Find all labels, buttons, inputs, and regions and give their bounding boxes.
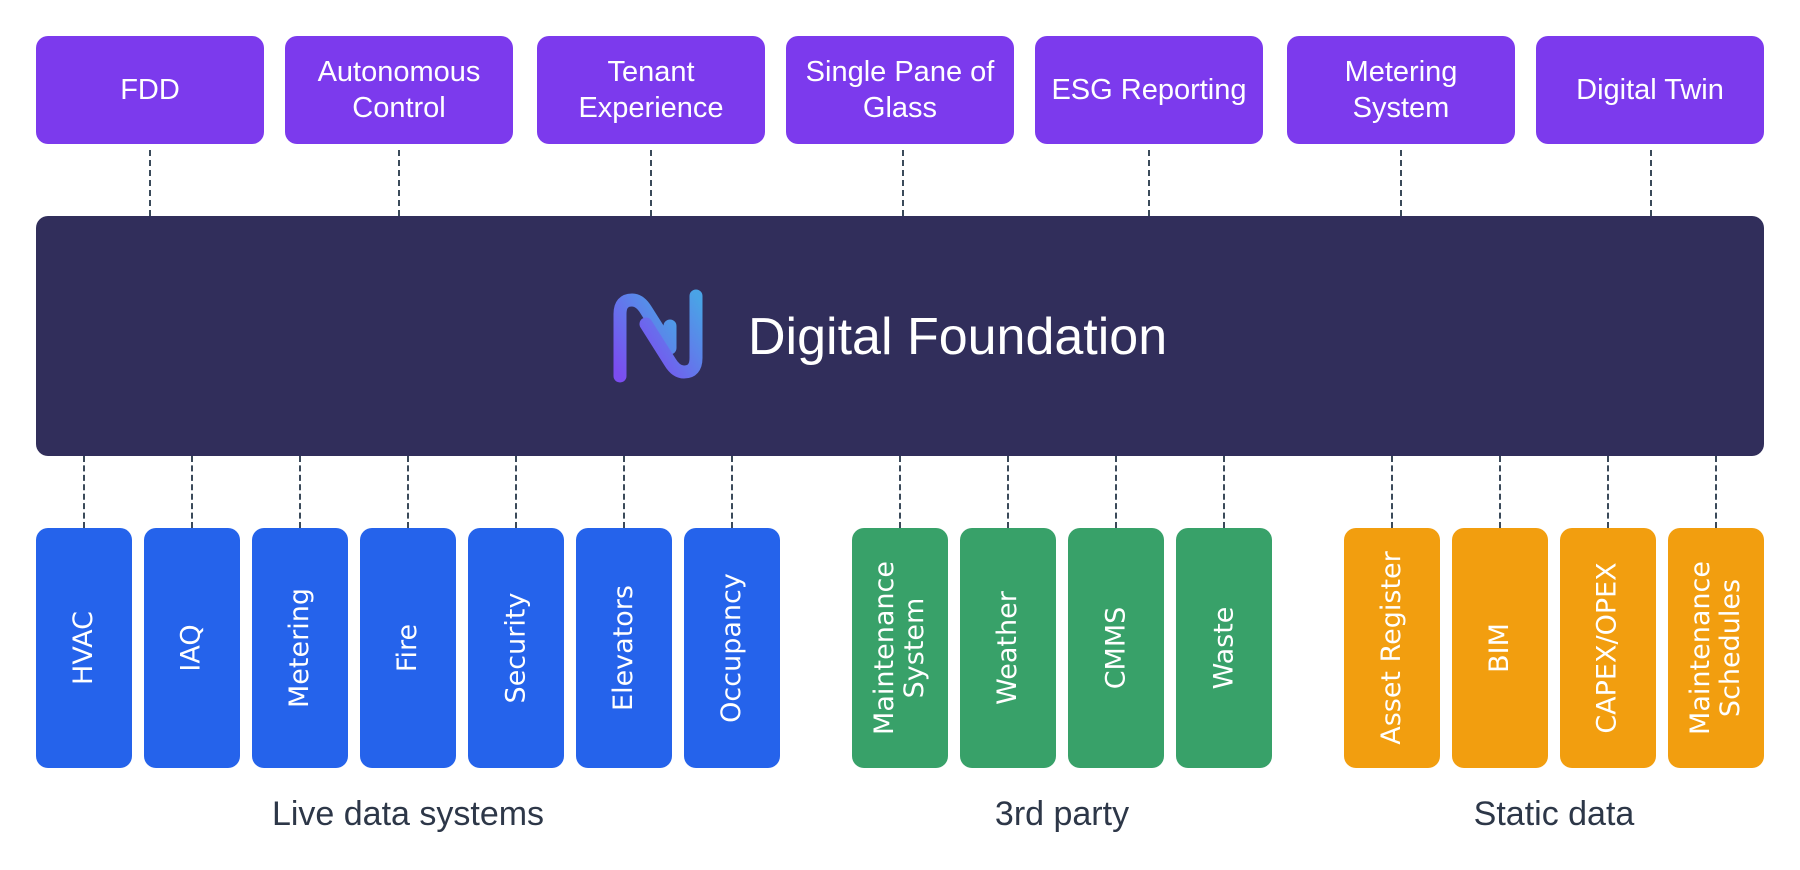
source-label: Elevators — [608, 585, 640, 711]
app-box-digital-twin: Digital Twin — [1536, 36, 1764, 144]
source-label: Asset Register — [1376, 551, 1407, 745]
app-label: FDD — [120, 74, 180, 106]
app-box-autonomous-control: Autonomous Control — [285, 36, 513, 144]
source-label: IAQ — [176, 624, 207, 672]
connector-line — [515, 456, 517, 528]
source-label: Occupancy — [716, 573, 747, 723]
source-label: Weather — [992, 591, 1023, 705]
app-box-single-pane-of-glass: Single Pane of Glass — [786, 36, 1014, 144]
source-box-occupancy: Occupancy — [684, 528, 780, 768]
app-box-esg-reporting: ESG Reporting — [1035, 36, 1263, 144]
app-label: Tenant Experience — [578, 56, 724, 124]
source-box-security: Security — [468, 528, 564, 768]
connector-line — [731, 456, 733, 528]
source-label: HVAC — [68, 611, 99, 685]
source-label: CMMS — [1100, 606, 1131, 690]
source-box-asset-register: Asset Register — [1344, 528, 1440, 768]
app-label: Autonomous Control — [317, 56, 481, 124]
source-box-hvac: HVAC — [36, 528, 132, 768]
group-label-3rd-party: 3rd party — [994, 795, 1130, 833]
app-box-metering-system: Metering System — [1287, 36, 1515, 144]
app-label: Single Pane of Glass — [805, 56, 995, 124]
source-box-bim: BIM — [1452, 528, 1548, 768]
connector-line — [1650, 150, 1652, 216]
connector-line — [902, 150, 904, 216]
source-label: BIM — [1484, 623, 1515, 673]
connector-line — [1499, 456, 1501, 528]
connector-line — [149, 150, 151, 216]
connector-line — [1391, 456, 1393, 528]
connector-line — [299, 456, 301, 528]
connector-line — [1115, 456, 1117, 528]
source-label: Waste — [1208, 606, 1239, 690]
connector-line — [191, 456, 193, 528]
source-box-capex-opex: CAPEX/OPEX — [1560, 528, 1656, 768]
connector-line — [1400, 150, 1402, 216]
app-label: Metering System — [1344, 56, 1458, 124]
connector-line — [650, 150, 652, 216]
connector-line — [1148, 150, 1150, 216]
connector-line — [623, 456, 625, 528]
source-box-metering: Metering — [252, 528, 348, 768]
source-box-elevators: Elevators — [576, 528, 672, 768]
foundation-title: Digital Foundation — [748, 308, 1168, 366]
source-box-cmms: CMMS — [1068, 528, 1164, 768]
app-label: Digital Twin — [1576, 74, 1724, 106]
connector-line — [83, 456, 85, 528]
group-label-live-data: Live data systems — [271, 795, 545, 833]
connector-line — [1223, 456, 1225, 528]
n-logo-icon — [613, 289, 703, 383]
source-box-waste: Waste — [1176, 528, 1272, 768]
connector-line — [1007, 456, 1009, 528]
source-label: Maintenance Schedules — [1685, 561, 1747, 735]
source-label: Security — [500, 592, 531, 704]
source-label: CAPEX/OPEX — [1592, 562, 1624, 734]
source-box-fire: Fire — [360, 528, 456, 768]
source-label: Maintenance System — [869, 561, 931, 735]
source-label: Metering — [284, 588, 315, 708]
group-label-static-data: Static data — [1473, 795, 1635, 833]
connector-line — [899, 456, 901, 528]
connector-line — [1607, 456, 1609, 528]
connector-line — [398, 150, 400, 216]
connector-line — [1715, 456, 1717, 528]
connector-line — [407, 456, 409, 528]
app-box-fdd: FDD — [36, 36, 264, 144]
source-label: Fire — [392, 623, 423, 673]
source-box-maintenance-schedules: Maintenance Schedules — [1668, 528, 1764, 768]
app-box-tenant-experience: Tenant Experience — [537, 36, 765, 144]
source-box-weather: Weather — [960, 528, 1056, 768]
source-box-iaq: IAQ — [144, 528, 240, 768]
app-label: ESG Reporting — [1051, 74, 1247, 106]
source-box-maintenance-system: Maintenance System — [852, 528, 948, 768]
